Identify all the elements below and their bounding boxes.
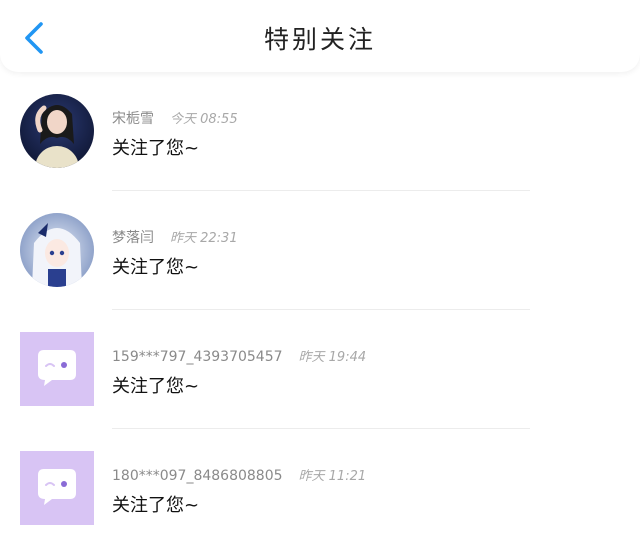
anime-avatar — [20, 213, 94, 287]
notification-meta: 159***797_4393705457 昨天 19:44 — [112, 346, 366, 365]
notification-item[interactable]: 159***797_4393705457 昨天 19:44 关注了您~ — [0, 310, 640, 429]
avatar[interactable] — [20, 213, 94, 287]
notification-message: 关注了您~ — [112, 257, 200, 278]
notification-item[interactable]: 180***097_8486808805 昨天 11:21 关注了您~ — [0, 429, 640, 548]
timestamp: 昨天 11:21 — [298, 469, 367, 484]
timestamp: 昨天 22:31 — [170, 231, 238, 246]
user-name: 宋栀雪 — [112, 111, 154, 127]
notification-item[interactable]: 梦落闫 昨天 22:31 关注了您~ — [0, 191, 640, 310]
timestamp: 昨天 19:44 — [298, 350, 367, 365]
chat-bubble-icon — [20, 451, 94, 525]
avatar[interactable] — [20, 94, 94, 168]
user-name: 梦落闫 — [112, 230, 154, 246]
notification-meta: 宋栀雪 今天 08:55 — [112, 108, 238, 128]
avatar[interactable] — [20, 332, 94, 406]
notification-message: 关注了您~ — [112, 138, 200, 159]
notification-message: 关注了您~ — [112, 376, 200, 397]
user-name: 180***097_8486808805 — [112, 468, 283, 484]
user-photo-avatar — [20, 94, 94, 168]
top-bar: 特别关注 — [0, 0, 640, 72]
notification-list: 宋栀雪 今天 08:55 关注了您~ 梦落闫 昨天 22:31 关注了您~ 15… — [0, 72, 640, 548]
avatar[interactable] — [20, 451, 94, 525]
page-title: 特别关注 — [263, 25, 376, 54]
notification-item[interactable]: 宋栀雪 今天 08:55 关注了您~ — [0, 72, 640, 191]
notification-message: 关注了您~ — [112, 495, 200, 516]
chat-bubble-icon — [20, 332, 94, 406]
notification-meta: 梦落闫 昨天 22:31 — [112, 227, 238, 247]
notification-meta: 180***097_8486808805 昨天 11:21 — [112, 465, 366, 484]
user-name: 159***797_4393705457 — [112, 349, 283, 365]
timestamp: 今天 08:55 — [170, 112, 238, 127]
